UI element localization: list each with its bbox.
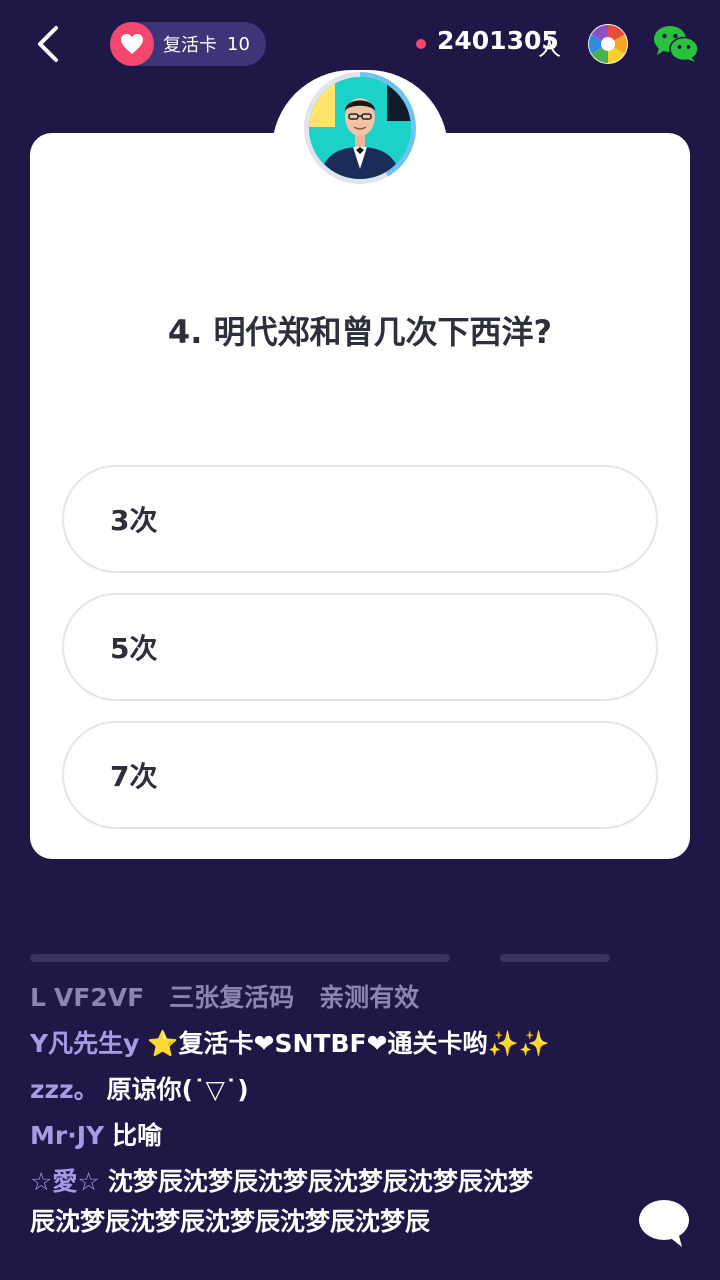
host-avatar-timer: [304, 72, 416, 184]
comment-item: 辰沈梦辰沈梦辰沈梦辰沈梦辰沈梦辰: [30, 1202, 430, 1242]
answer-option-1[interactable]: 3次: [62, 465, 658, 573]
live-dot: [416, 39, 426, 49]
camera-aperture-icon[interactable]: [587, 23, 629, 65]
comment-username: Y凡先生y: [30, 1029, 140, 1058]
back-button[interactable]: [28, 22, 68, 66]
revive-card-badge[interactable]: 复活卡 10: [110, 22, 266, 66]
comment-username: L: [30, 983, 46, 1012]
question-card: 4. 明代郑和曾几次下西洋? 3次 5次 7次: [30, 133, 690, 859]
comment-text: 比喻: [112, 1121, 163, 1150]
comment-item: ☆愛☆ 沈梦辰沈梦辰沈梦辰沈梦辰沈梦辰沈梦: [30, 1162, 533, 1202]
answer-option-3[interactable]: 7次: [62, 721, 658, 829]
wechat-icon[interactable]: [653, 24, 699, 64]
answer-option-2[interactable]: 5次: [62, 593, 658, 701]
comment-username: Mr·JY: [30, 1121, 105, 1150]
comment-item: zzz。 原谅你(˙▽˙): [30, 1070, 249, 1110]
comment-text: 原谅你(˙▽˙): [106, 1075, 249, 1104]
comment-text: 辰沈梦辰沈梦辰沈梦辰沈梦辰沈梦辰: [30, 1207, 431, 1236]
host-avatar: [309, 77, 411, 179]
comment-text: ⭐复活卡❤SNTBF❤通关卡哟✨✨: [147, 1029, 550, 1058]
question-text: 4. 明代郑和曾几次下西洋?: [167, 313, 553, 351]
faded-comment: [30, 940, 630, 962]
back-arrow-icon: [38, 26, 58, 62]
heart-icon: [110, 22, 154, 66]
comment-text: 沈梦辰沈梦辰沈梦辰沈梦辰沈梦辰沈梦: [107, 1167, 533, 1196]
online-unit: 人: [538, 35, 561, 61]
comment-text: VF2VF 三张复活码 亲测有效: [53, 983, 420, 1012]
comment-username: zzz。: [30, 1075, 99, 1104]
comment-item: L VF2VF 三张复活码 亲测有效: [30, 978, 419, 1018]
comment-feed: L VF2VF 三张复活码 亲测有效 Y凡先生y ⭐复活卡❤SNTBF❤通关卡哟✨✨…: [30, 940, 630, 1280]
revive-card-count: 10: [227, 33, 250, 55]
comment-item: Mr·JY 比喻: [30, 1116, 162, 1156]
chat-bubble-icon[interactable]: [638, 1198, 690, 1248]
comment-username: ☆愛☆: [30, 1167, 100, 1196]
comment-item: Y凡先生y ⭐复活卡❤SNTBF❤通关卡哟✨✨: [30, 1024, 550, 1064]
revive-card-label: 复活卡: [163, 35, 217, 56]
